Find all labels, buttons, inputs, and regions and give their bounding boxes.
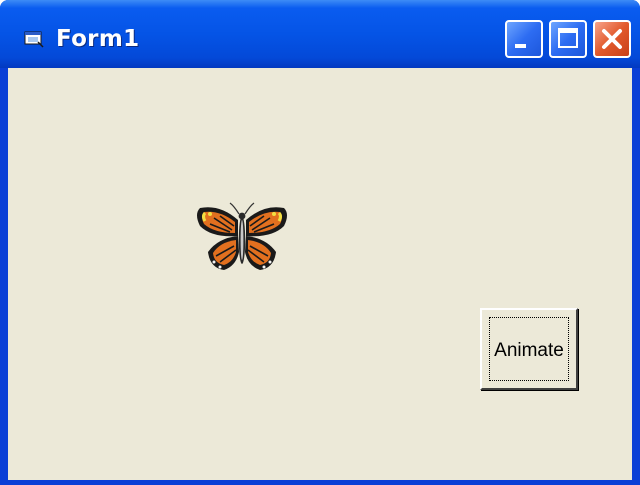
form-client-area: Animate	[8, 68, 632, 480]
animate-button[interactable]: Animate	[480, 308, 578, 390]
form-icon	[24, 31, 44, 48]
maximize-button[interactable]	[549, 20, 587, 58]
minimize-icon	[515, 44, 526, 48]
close-icon	[602, 29, 622, 49]
window-title: Form1	[56, 26, 140, 52]
animate-button-label: Animate	[494, 340, 564, 361]
minimize-button[interactable]	[505, 20, 543, 58]
butterfly-icon	[197, 202, 287, 270]
close-button[interactable]	[593, 20, 631, 58]
maximize-icon	[558, 28, 578, 48]
title-bar[interactable]: Form1	[0, 0, 640, 68]
form1-window: Form1 Animate	[0, 0, 640, 485]
